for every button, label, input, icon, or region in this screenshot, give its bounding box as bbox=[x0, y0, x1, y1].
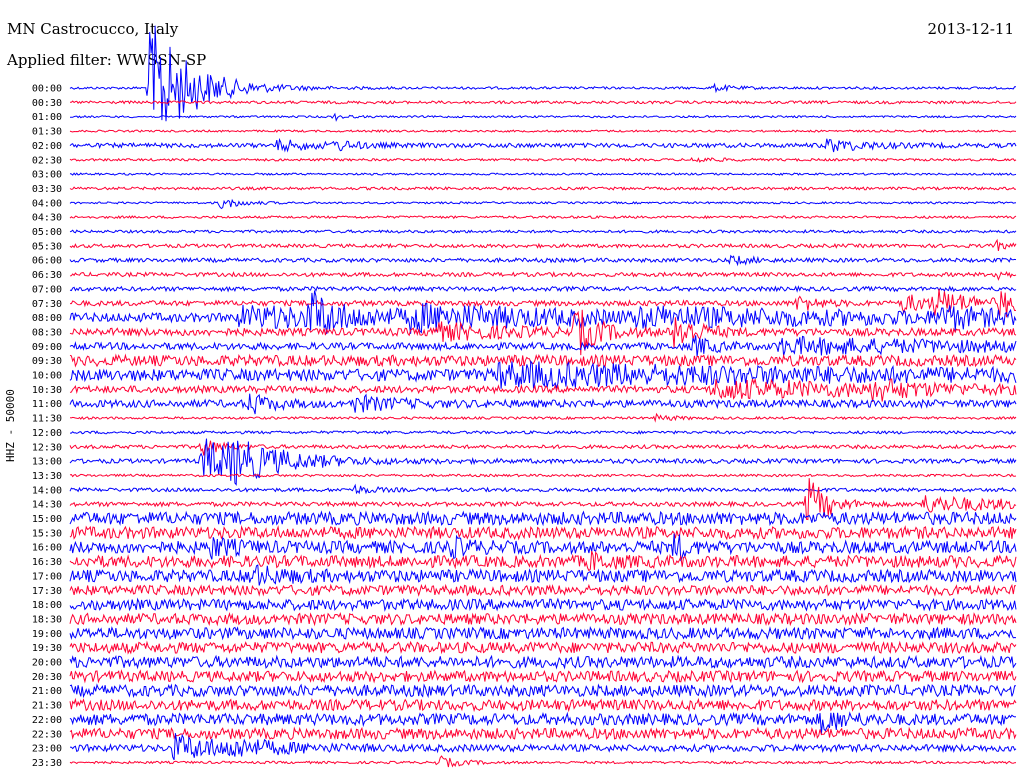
trace-row bbox=[69, 360, 1017, 390]
row-time-label: 11:00 bbox=[32, 399, 62, 410]
row-time-label: 09:00 bbox=[32, 342, 62, 353]
trace-row bbox=[69, 654, 1017, 670]
trace-row bbox=[69, 597, 1017, 612]
trace-row bbox=[69, 625, 1017, 641]
row-time-label: 17:30 bbox=[32, 586, 62, 597]
row-time-label: 06:30 bbox=[32, 270, 62, 281]
row-time-label: 10:30 bbox=[32, 385, 62, 396]
trace-row bbox=[70, 99, 1017, 105]
row-time-label: 07:30 bbox=[32, 299, 62, 310]
trace-row bbox=[69, 137, 1017, 153]
trace-row bbox=[70, 430, 1017, 435]
trace-row bbox=[69, 669, 1017, 684]
trace-row bbox=[69, 393, 1017, 415]
row-time-label: 14:00 bbox=[32, 485, 62, 496]
trace-row bbox=[69, 483, 1017, 495]
row-time-label: 15:30 bbox=[32, 528, 62, 539]
trace-row bbox=[69, 683, 1017, 699]
trace-row bbox=[69, 271, 1017, 281]
row-time-label: 02:00 bbox=[32, 141, 62, 152]
trace-row bbox=[69, 525, 1017, 541]
row-time-label: 00:30 bbox=[32, 98, 62, 109]
row-time-label: 08:00 bbox=[32, 313, 62, 324]
trace-row bbox=[69, 254, 1017, 267]
trace-row bbox=[69, 198, 1017, 210]
trace-row bbox=[70, 289, 1017, 318]
trace-row bbox=[69, 215, 1017, 220]
helicorder-plot: 00:00 00:30 01:00 01:30 02:00 02:30 03:00 03:30… bbox=[32, 25, 1017, 769]
row-time-label: 15:00 bbox=[32, 514, 62, 525]
row-time-label: 20:30 bbox=[32, 672, 62, 683]
row-time-label: 12:30 bbox=[32, 442, 62, 453]
trace-row bbox=[69, 290, 1017, 335]
row-time-label: 00:00 bbox=[32, 84, 62, 95]
trace-row bbox=[69, 335, 1017, 357]
trace-row bbox=[69, 172, 1017, 176]
row-time-label: 21:30 bbox=[32, 701, 62, 712]
row-time-label: 13:00 bbox=[32, 457, 62, 468]
row-time-label: 05:30 bbox=[32, 241, 62, 252]
row-time-label: 23:30 bbox=[32, 758, 62, 769]
row-time-label: 11:30 bbox=[32, 414, 62, 425]
row-time-label: 01:30 bbox=[32, 127, 62, 138]
row-time-label: 03:30 bbox=[32, 184, 62, 195]
trace-row bbox=[69, 112, 1017, 122]
row-time-label: 16:30 bbox=[32, 557, 62, 568]
row-time-label: 21:00 bbox=[32, 686, 62, 697]
trace-row bbox=[69, 711, 1017, 734]
row-time-label: 20:00 bbox=[32, 658, 62, 669]
trace-row bbox=[69, 229, 1017, 234]
row-time-label: 05:00 bbox=[32, 227, 62, 238]
trace-row bbox=[69, 186, 1016, 191]
trace-row bbox=[69, 238, 1017, 251]
row-time-label: 17:00 bbox=[32, 571, 62, 582]
trace-row bbox=[69, 129, 1017, 133]
trace-row bbox=[69, 611, 1017, 627]
row-time-label: 02:30 bbox=[32, 155, 62, 166]
row-time-label: 04:30 bbox=[32, 213, 62, 224]
trace-row bbox=[69, 157, 1017, 163]
row-time-label: 08:30 bbox=[32, 327, 62, 338]
trace-row bbox=[69, 412, 1017, 423]
trace-row bbox=[69, 640, 1017, 655]
row-time-label: 03:00 bbox=[32, 170, 62, 181]
row-time-label: 14:30 bbox=[32, 500, 62, 511]
row-time-label: 22:00 bbox=[32, 715, 62, 726]
trace-row bbox=[69, 726, 1017, 741]
row-time-label: 01:00 bbox=[32, 112, 62, 123]
trace-row bbox=[69, 473, 1017, 478]
row-time-label: 16:00 bbox=[32, 543, 62, 554]
row-time-label: 04:00 bbox=[32, 198, 62, 209]
row-time-label: 13:30 bbox=[32, 471, 62, 482]
trace-row bbox=[69, 285, 1017, 293]
trace-row bbox=[69, 510, 1017, 527]
trace-row bbox=[69, 697, 1017, 713]
trace-row bbox=[69, 583, 1016, 597]
row-time-label: 09:30 bbox=[32, 356, 62, 367]
trace-row bbox=[69, 755, 1017, 768]
trace-row bbox=[69, 533, 1017, 562]
trace-row bbox=[69, 25, 1016, 122]
row-time-label: 06:00 bbox=[32, 256, 62, 267]
row-time-label: 10:00 bbox=[32, 371, 62, 382]
row-time-label: 23:00 bbox=[32, 744, 62, 755]
row-time-label: 18:00 bbox=[32, 600, 62, 611]
trace-row bbox=[69, 353, 1017, 368]
row-time-label: 19:30 bbox=[32, 643, 62, 654]
row-time-label: 07:00 bbox=[32, 284, 62, 295]
row-time-label: 22:30 bbox=[32, 729, 62, 740]
trace-row bbox=[69, 478, 1017, 521]
row-time-label: 12:00 bbox=[32, 428, 62, 439]
row-time-label: 18:30 bbox=[32, 614, 62, 625]
row-time-label: 19:00 bbox=[32, 629, 62, 640]
